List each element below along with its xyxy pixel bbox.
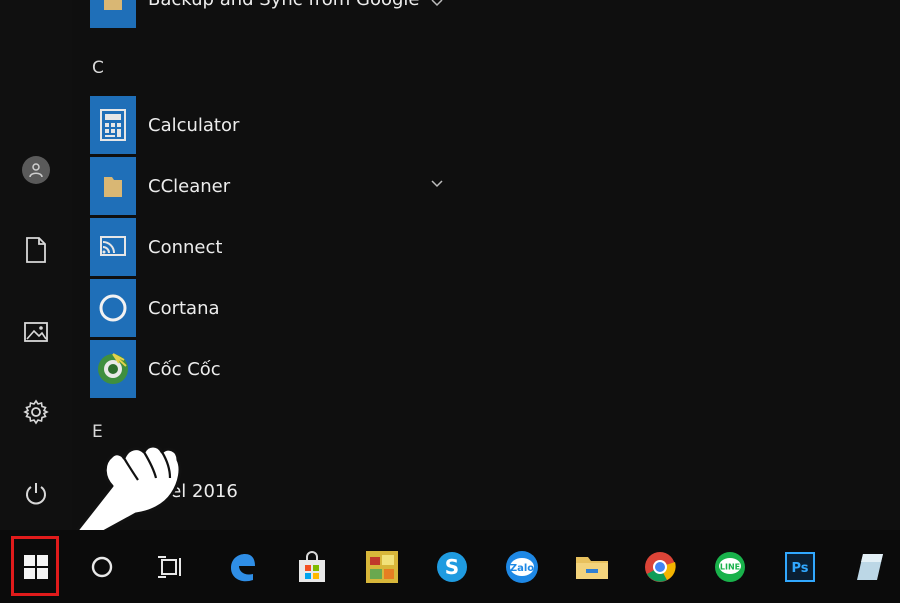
- taskbar: S Zalo LINE Ps: [0, 530, 900, 603]
- cortana-icon: [90, 279, 136, 337]
- app-icon: [857, 554, 883, 580]
- document-icon: [26, 237, 46, 263]
- edge-icon: [231, 554, 255, 582]
- zalo-button[interactable]: Zalo: [494, 538, 550, 596]
- app-label: CCleaner: [148, 175, 231, 197]
- chrome-icon: [645, 552, 676, 582]
- edge-button[interactable]: [214, 538, 270, 596]
- user-icon: [22, 156, 50, 184]
- app-label: Cortana: [148, 297, 220, 319]
- skype-button[interactable]: S: [424, 538, 480, 596]
- app-list: Backup and Sync from Google C Calculator…: [72, 0, 900, 530]
- cortana-search-button[interactable]: [74, 538, 130, 596]
- photoshop-icon: Ps: [785, 552, 815, 582]
- app-item-coccoc[interactable]: Cốc Cốc: [90, 340, 450, 398]
- task-view-button[interactable]: [142, 538, 198, 596]
- svg-text:S: S: [445, 555, 459, 579]
- skype-icon: S: [437, 552, 467, 582]
- connect-icon: [90, 218, 136, 276]
- power-button[interactable]: [18, 476, 54, 512]
- app-item-cortana[interactable]: Cortana: [90, 279, 450, 337]
- file-explorer-icon: [576, 557, 608, 579]
- game-button[interactable]: [354, 538, 410, 596]
- app-label: Calculator: [148, 114, 240, 136]
- app-label: Cốc Cốc: [148, 358, 221, 380]
- task-view-icon: [158, 556, 181, 578]
- app-item-backup-and-sync[interactable]: Backup and Sync from Google: [90, 0, 450, 28]
- line-button[interactable]: LINE: [702, 538, 758, 596]
- chevron-down-icon[interactable]: [430, 0, 444, 10]
- start-button-highlight: [11, 536, 59, 596]
- zalo-icon: Zalo: [506, 551, 538, 583]
- cortana-search-icon: [91, 556, 113, 578]
- power-icon: [26, 483, 46, 505]
- documents-button[interactable]: [18, 232, 54, 268]
- folder-icon: [90, 0, 136, 28]
- app-item-connect[interactable]: Connect: [90, 218, 450, 276]
- pictures-button[interactable]: [18, 314, 54, 350]
- settings-icon: [23, 399, 49, 425]
- app-item-calculator[interactable]: Calculator: [90, 96, 450, 154]
- store-button[interactable]: [284, 538, 340, 596]
- photoshop-button[interactable]: Ps: [772, 538, 828, 596]
- folder-icon: [90, 157, 136, 215]
- game-icon: [366, 551, 398, 583]
- user-account-button[interactable]: [18, 152, 54, 188]
- line-icon: LINE: [715, 552, 745, 582]
- file-explorer-button[interactable]: [564, 538, 620, 596]
- chevron-down-icon[interactable]: [430, 177, 444, 191]
- app-label: Backup and Sync from Google: [148, 0, 419, 10]
- app-label: Connect: [148, 236, 223, 258]
- svg-text:Zalo: Zalo: [510, 563, 534, 574]
- coccoc-icon: [90, 340, 136, 398]
- settings-button[interactable]: [18, 394, 54, 430]
- store-icon: [299, 551, 325, 582]
- svg-text:Ps: Ps: [791, 561, 808, 576]
- calculator-icon: [90, 96, 136, 154]
- section-letter-c[interactable]: C: [92, 58, 104, 78]
- pictures-icon: [24, 322, 48, 342]
- svg-text:LINE: LINE: [720, 563, 740, 572]
- app-button[interactable]: [842, 538, 898, 596]
- chrome-button[interactable]: [632, 538, 688, 596]
- app-item-ccleaner[interactable]: CCleaner: [90, 157, 450, 215]
